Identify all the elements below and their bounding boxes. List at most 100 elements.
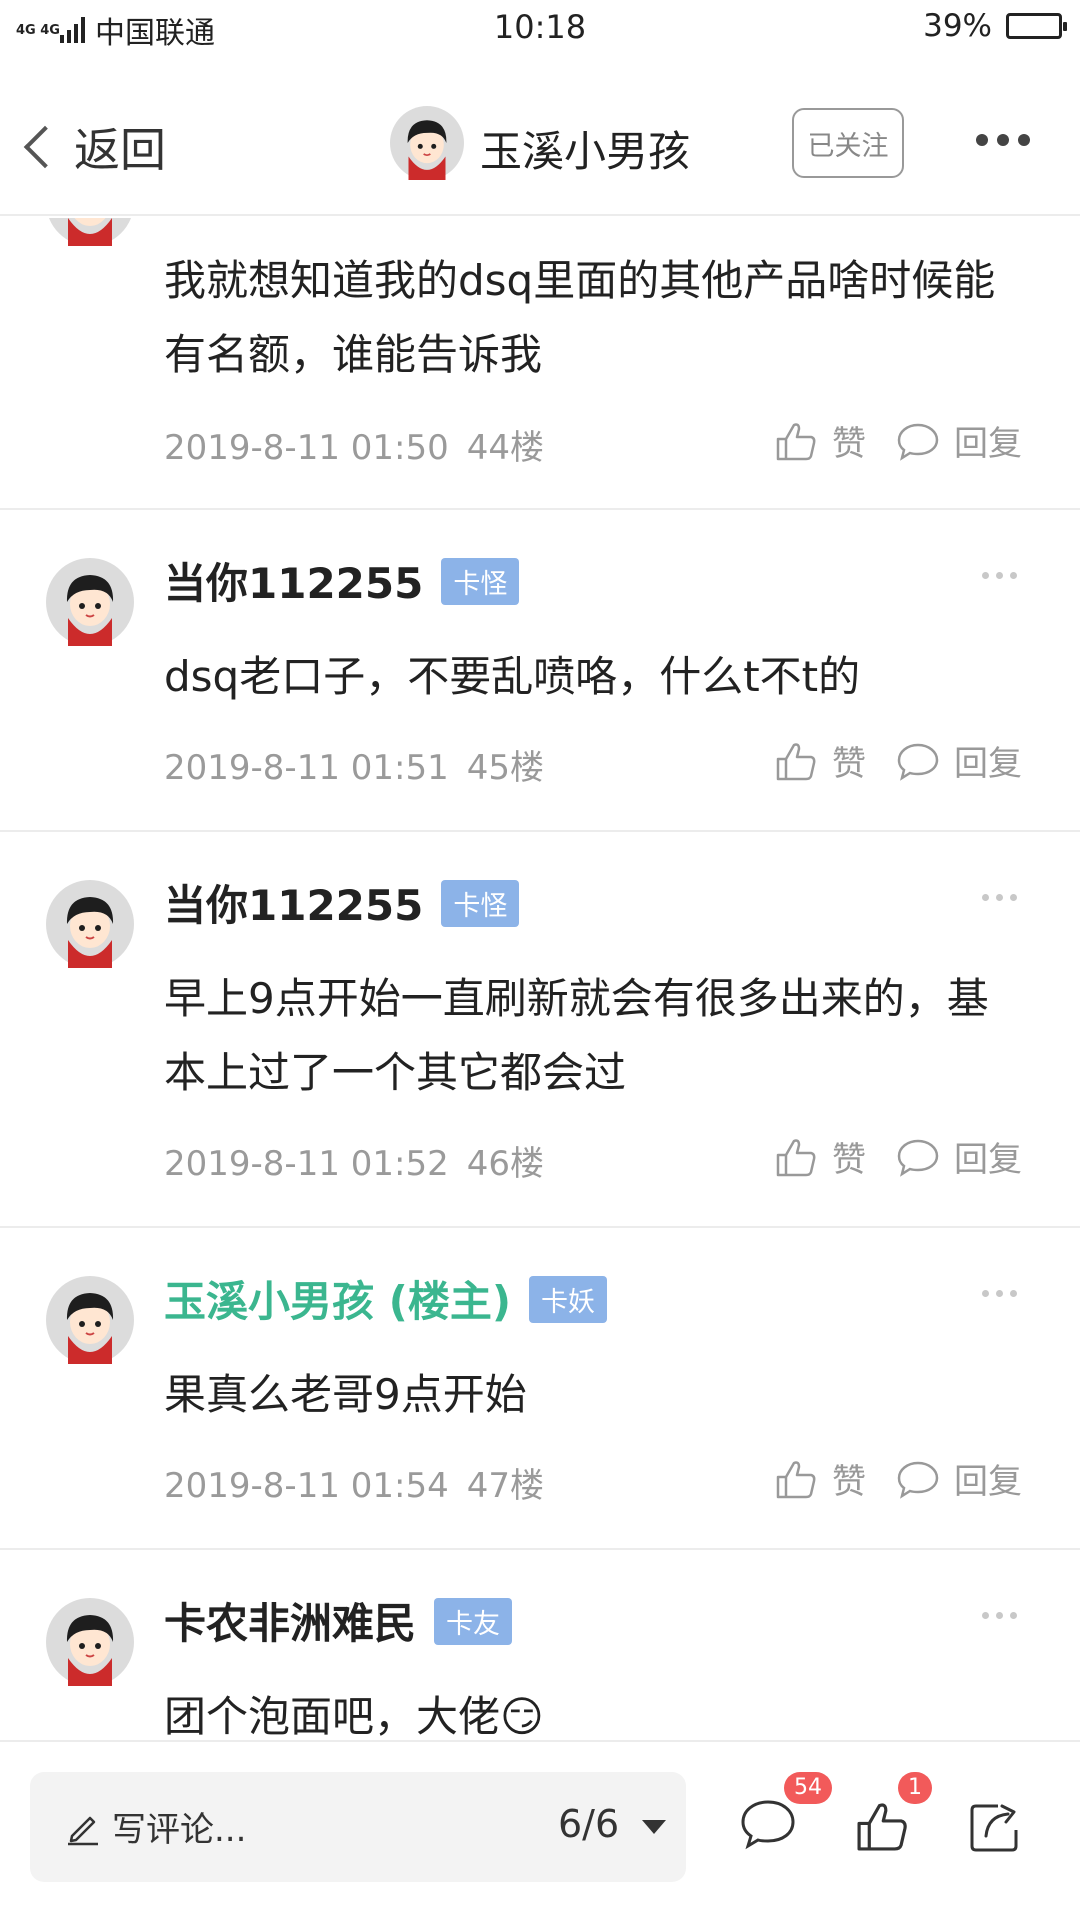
clock: 10:18: [493, 8, 587, 46]
post-actions: 赞 回复: [774, 736, 1022, 785]
username[interactable]: 卡农非洲难民 卡友: [164, 1590, 513, 1651]
list-item: 我就想知道我的dsq里面的其他产品啥时候能有名额，谁能告诉我 2019-8-11…: [0, 218, 1080, 510]
list-item: 卡农非洲难民 卡友 团个泡面吧，大佬😏: [0, 1552, 1080, 1740]
post-meta: 2019-8-11 01:54 47楼: [164, 1458, 544, 1507]
floor-number: 44楼: [466, 428, 545, 468]
page-indicator[interactable]: 6/6: [558, 1802, 619, 1846]
comments-button[interactable]: 54: [740, 1772, 832, 1854]
post-more-icon[interactable]: [982, 1290, 1017, 1297]
avatar[interactable]: [46, 558, 134, 646]
more-options-icon[interactable]: [976, 134, 1030, 146]
post-text: 果真么老哥9点开始: [164, 1370, 527, 1419]
avatar[interactable]: [46, 218, 134, 246]
post-date: 2019-8-11 01:54: [164, 1466, 449, 1506]
like-label: 赞: [832, 1140, 866, 1180]
username[interactable]: 当你112255 卡怪: [164, 550, 520, 611]
charging-icon: ⚡: [1027, 13, 1042, 37]
like-button[interactable]: 赞: [774, 1454, 866, 1503]
post-meta: 2019-8-11 01:51 45楼: [164, 740, 544, 789]
thumbs-up-icon: [776, 742, 816, 780]
comment-icon: [897, 423, 939, 461]
comment-icon: [897, 1461, 939, 1499]
smirk-emoji-icon: 😏: [500, 1692, 544, 1740]
back-button[interactable]: 返回: [20, 114, 166, 180]
comment-icon: [741, 1800, 795, 1850]
comment-count-badge: 54: [784, 1772, 832, 1804]
post-date: 2019-8-11 01:50: [164, 428, 449, 468]
comment-placeholder: 写评论...: [112, 1810, 247, 1850]
share-button[interactable]: [968, 1798, 1024, 1858]
level-badge: 卡怪: [441, 558, 520, 605]
username[interactable]: 玉溪小男孩 (楼主) 卡妖: [164, 1268, 608, 1329]
list-item: 当你112255 卡怪 dsq老口子，不要乱喷咯，什么t不t的 2019-8-11…: [0, 512, 1080, 832]
like-thread-button[interactable]: 1: [854, 1772, 932, 1858]
like-label: 赞: [832, 1462, 866, 1502]
post-text-content: 团个泡面吧，大佬: [164, 1692, 501, 1740]
post-text: 早上9点开始一直刷新就会有很多出来的，基本上过了一个其它都会过: [164, 974, 989, 1097]
comment-icon: [897, 1139, 939, 1177]
bottom-bar: 写评论... 6/6 54 1: [0, 1740, 1080, 1920]
thread-owner-name[interactable]: 玉溪小男孩: [480, 118, 690, 179]
like-label: 赞: [832, 424, 866, 464]
avatar[interactable]: [46, 1276, 134, 1364]
like-button[interactable]: 赞: [774, 416, 866, 465]
follow-button[interactable]: 已关注: [792, 108, 904, 178]
avatar[interactable]: [46, 880, 134, 968]
avatar[interactable]: [390, 106, 464, 180]
thumbs-up-icon: [857, 1803, 907, 1851]
reply-button[interactable]: 回复: [896, 416, 1022, 465]
username-text: 卡农非洲难民: [164, 1599, 417, 1648]
list-item: 当你112255 卡怪 早上9点开始一直刷新就会有很多出来的，基本上过了一个其它都…: [0, 834, 1080, 1228]
reply-button[interactable]: 回复: [896, 1132, 1022, 1181]
like-count-badge: 1: [898, 1772, 932, 1804]
comment-input[interactable]: 写评论... 6/6: [30, 1772, 686, 1882]
username-text: 玉溪小男孩 (楼主): [164, 1277, 512, 1326]
like-button[interactable]: 赞: [774, 1132, 866, 1181]
avatar[interactable]: [46, 1598, 134, 1686]
battery-percent: 39%: [923, 8, 992, 44]
post-text: 团个泡面吧，大佬😏: [164, 1680, 1024, 1740]
share-icon: [970, 1804, 1018, 1852]
floor-number: 46楼: [466, 1144, 545, 1184]
post-text: dsq老口子，不要乱喷咯，什么t不t的: [164, 652, 861, 701]
username-text: 当你112255: [164, 559, 424, 608]
floor-number: 47楼: [466, 1466, 545, 1506]
post-meta: 2019-8-11 01:52 46楼: [164, 1136, 544, 1185]
thumbs-up-icon: [776, 1460, 816, 1498]
post-actions: 赞 回复: [774, 416, 1022, 465]
reply-list: 我就想知道我的dsq里面的其他产品啥时候能有名额，谁能告诉我 2019-8-11…: [0, 218, 1080, 1740]
reply-button[interactable]: 回复: [896, 1454, 1022, 1503]
floor-number: 45楼: [466, 748, 545, 788]
reply-label: 回复: [954, 424, 1022, 464]
post-more-icon[interactable]: [982, 572, 1017, 579]
comment-icon: [897, 743, 939, 781]
username-text: 当你112255: [164, 881, 424, 930]
post-date: 2019-8-11 01:51: [164, 748, 449, 788]
reply-button[interactable]: 回复: [896, 736, 1022, 785]
status-bar: 4G 4G 中国联通 10:18 39% ⚡: [0, 0, 1080, 58]
reply-label: 回复: [954, 1462, 1022, 1502]
back-label: 返回: [74, 123, 166, 177]
thumbs-up-icon: [776, 1138, 816, 1176]
level-badge: 卡友: [434, 1598, 513, 1645]
reply-label: 回复: [954, 744, 1022, 784]
caret-down-icon[interactable]: [642, 1820, 666, 1834]
top-nav: 返回 玉溪小男孩 已关注: [0, 86, 1080, 216]
thumbs-up-icon: [776, 422, 816, 460]
username[interactable]: 当你112255 卡怪: [164, 872, 520, 933]
list-item: 玉溪小男孩 (楼主) 卡妖 果真么老哥9点开始 2019-8-11 01:54 47…: [0, 1230, 1080, 1550]
chevron-left-icon: [23, 125, 67, 169]
post-more-icon[interactable]: [982, 894, 1017, 901]
like-label: 赞: [832, 744, 866, 784]
post-actions: 赞 回复: [774, 1454, 1022, 1503]
like-button[interactable]: 赞: [774, 736, 866, 785]
battery-icon: ⚡: [1006, 13, 1067, 39]
pencil-icon: [68, 1816, 98, 1846]
reply-label: 回复: [954, 1140, 1022, 1180]
level-badge: 卡怪: [441, 880, 520, 927]
post-more-icon[interactable]: [982, 1612, 1017, 1619]
level-badge: 卡妖: [529, 1276, 608, 1323]
post-actions: 赞 回复: [774, 1132, 1022, 1181]
post-meta: 2019-8-11 01:50 44楼: [164, 420, 544, 469]
post-text: 我就想知道我的dsq里面的其他产品啥时候能有名额，谁能告诉我: [164, 256, 996, 379]
